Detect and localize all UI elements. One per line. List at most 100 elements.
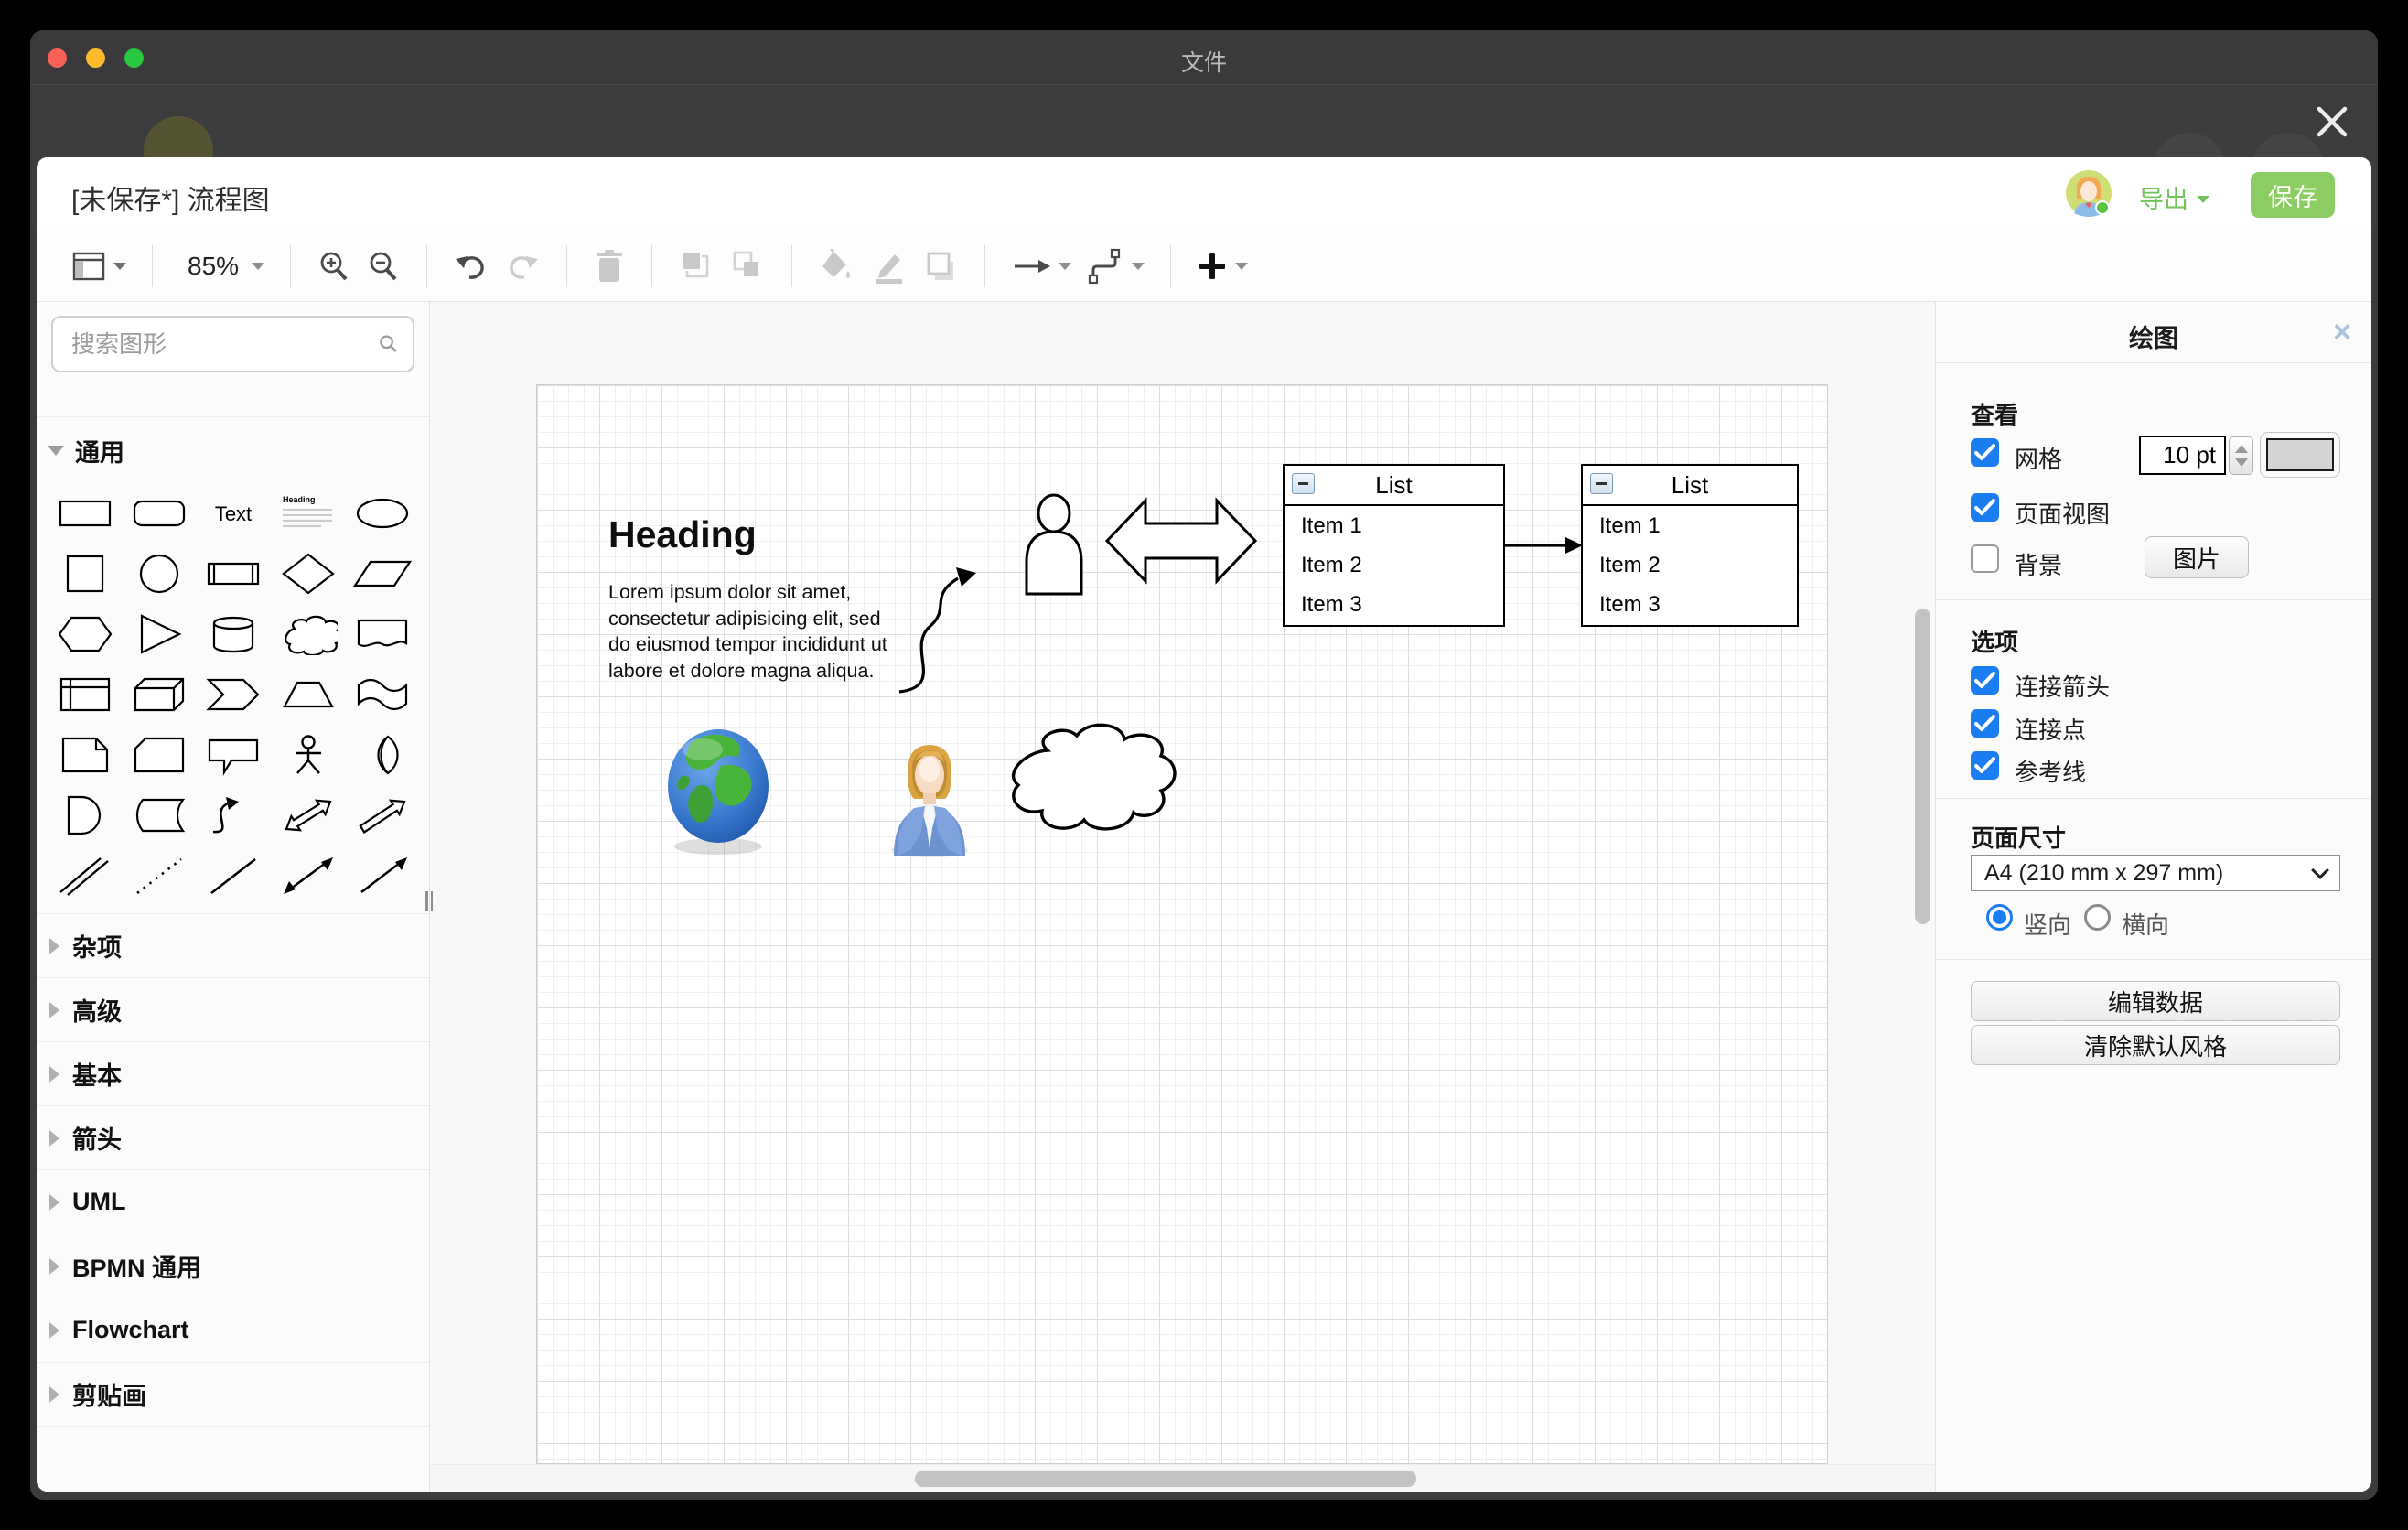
shape-tape[interactable] xyxy=(346,664,420,725)
page[interactable]: Heading Lorem ipsum dolor sit amet, cons… xyxy=(536,384,1828,1464)
sidebar-section-6[interactable]: Flowchart xyxy=(37,1298,429,1362)
landscape-radio[interactable] xyxy=(2084,904,2111,931)
shape-and[interactable] xyxy=(48,785,122,846)
shadow-button[interactable] xyxy=(915,244,966,288)
shape-process[interactable] xyxy=(197,544,271,604)
shape-callout[interactable] xyxy=(197,725,271,785)
shape-ellipse[interactable] xyxy=(346,483,420,544)
fill-color-button[interactable] xyxy=(811,244,862,288)
shape-internal-storage[interactable] xyxy=(48,664,122,725)
shape-cylinder[interactable] xyxy=(197,604,271,664)
horizontal-scrollbar[interactable] xyxy=(915,1471,1416,1487)
portrait-radio[interactable] xyxy=(1986,904,2013,931)
user-avatar[interactable] xyxy=(2065,169,2113,218)
sidebar-section-0[interactable]: 杂项 xyxy=(37,913,429,977)
shape-note[interactable] xyxy=(48,725,122,785)
page-size-select[interactable]: A4 (210 mm x 297 mm) xyxy=(1971,855,2340,891)
close-icon[interactable] xyxy=(2312,102,2352,142)
redo-button[interactable] xyxy=(497,244,548,288)
list-shape-2[interactable]: List Item 1 Item 2 Item 3 xyxy=(1581,464,1799,627)
canvas-heading-text[interactable]: Heading xyxy=(608,513,757,556)
sidebar-section-5[interactable]: BPMN 通用 xyxy=(37,1234,429,1298)
edit-data-button[interactable]: 编辑数据 xyxy=(1971,981,2340,1021)
shape-rectangle[interactable] xyxy=(48,483,122,544)
list-item[interactable]: Item 2 xyxy=(1285,545,1503,585)
waypoint-style-button[interactable] xyxy=(1079,244,1152,288)
shape-actor[interactable] xyxy=(271,725,345,785)
shape-line[interactable] xyxy=(197,846,271,906)
panel-close-icon[interactable]: × xyxy=(2333,315,2351,350)
list-item[interactable]: Item 3 xyxy=(1285,585,1503,624)
search-input[interactable] xyxy=(71,330,378,359)
shape-search-box[interactable] xyxy=(51,316,414,372)
shape-triangle[interactable] xyxy=(122,604,196,664)
shape-card[interactable] xyxy=(122,725,196,785)
vertical-scrollbar[interactable] xyxy=(1915,609,1930,924)
insert-button[interactable] xyxy=(1189,244,1255,288)
background-checkbox[interactable] xyxy=(1971,544,1999,573)
shape-or[interactable] xyxy=(346,725,420,785)
list-item[interactable]: Item 3 xyxy=(1583,585,1797,624)
line-color-button[interactable] xyxy=(862,244,915,288)
collapse-icon[interactable] xyxy=(1590,473,1613,494)
shape-trapezoid[interactable] xyxy=(271,664,345,725)
list-header[interactable]: List xyxy=(1285,466,1503,506)
shape-cube[interactable] xyxy=(122,664,196,725)
to-front-button[interactable] xyxy=(671,244,722,288)
undo-button[interactable] xyxy=(446,244,497,288)
export-button[interactable]: 导出 xyxy=(2139,179,2209,215)
shape-curve[interactable] xyxy=(197,785,271,846)
shape-diamond[interactable] xyxy=(271,544,345,604)
shape-bidirectional-arrow[interactable] xyxy=(271,785,345,846)
zoom-in-button[interactable] xyxy=(309,244,359,288)
save-button[interactable]: 保存 xyxy=(2251,172,2335,218)
shape-document[interactable] xyxy=(346,604,420,664)
canvas-double-arrow-shape[interactable] xyxy=(1104,489,1258,593)
sidebar-resize-handle[interactable] xyxy=(424,889,435,913)
list-shape-1[interactable]: List Item 1 Item 2 Item 3 xyxy=(1283,464,1505,627)
page-view-checkbox[interactable] xyxy=(1971,493,1999,522)
guides-checkbox[interactable] xyxy=(1971,751,1999,780)
shape-square[interactable] xyxy=(48,544,122,604)
clear-default-style-button[interactable]: 清除默认风格 xyxy=(1971,1025,2340,1065)
shape-dotted-line[interactable] xyxy=(122,846,196,906)
horizontal-scrollbar-track[interactable] xyxy=(430,1464,1935,1492)
drawing-canvas[interactable]: Heading Lorem ipsum dolor sit amet, cons… xyxy=(430,302,1935,1492)
image-button[interactable]: 图片 xyxy=(2145,536,2249,578)
sidebar-section-1[interactable]: 高级 xyxy=(37,977,429,1041)
page-layout-button[interactable] xyxy=(64,244,134,288)
zoom-level-dropdown[interactable]: 85% xyxy=(171,244,272,288)
canvas-cloud-shape[interactable] xyxy=(1004,717,1179,846)
shape-directional-connector[interactable] xyxy=(346,846,420,906)
delete-button[interactable] xyxy=(586,244,633,288)
sidebar-section-3[interactable]: 箭头 xyxy=(37,1105,429,1169)
canvas-actor-shape[interactable] xyxy=(1019,493,1089,596)
shape-circle[interactable] xyxy=(122,544,196,604)
sidebar-section-7[interactable]: 剪贴画 xyxy=(37,1362,429,1426)
shape-data-storage[interactable] xyxy=(122,785,196,846)
grid-size-input[interactable] xyxy=(2139,436,2226,475)
shape-textbox[interactable]: Heading xyxy=(271,483,345,544)
connection-arrows-checkbox[interactable] xyxy=(1971,666,1999,695)
shape-cloud[interactable] xyxy=(271,604,345,664)
shape-hexagon[interactable] xyxy=(48,604,122,664)
grid-size-stepper[interactable] xyxy=(2229,436,2253,475)
sidebar-section-2[interactable]: 基本 xyxy=(37,1041,429,1105)
list-item[interactable]: Item 1 xyxy=(1583,506,1797,545)
sidebar-section-4[interactable]: UML xyxy=(37,1169,429,1234)
connection-style-button[interactable] xyxy=(1004,244,1079,288)
list-header[interactable]: List xyxy=(1583,466,1797,506)
shape-parallelogram[interactable] xyxy=(346,544,420,604)
shape-bidirectional-connector[interactable] xyxy=(271,846,345,906)
canvas-globe-image[interactable] xyxy=(664,726,772,857)
shape-link[interactable] xyxy=(48,846,122,906)
canvas-businesswoman-image[interactable] xyxy=(885,740,974,857)
grid-checkbox[interactable] xyxy=(1971,438,1999,467)
grid-color-swatch[interactable] xyxy=(2260,432,2340,478)
canvas-connector-arrow[interactable] xyxy=(1503,532,1584,559)
canvas-curve-connector[interactable] xyxy=(892,545,993,701)
shape-text[interactable]: Text xyxy=(197,483,271,544)
shape-rounded-rectangle[interactable] xyxy=(122,483,196,544)
list-item[interactable]: Item 1 xyxy=(1285,506,1503,545)
list-item[interactable]: Item 2 xyxy=(1583,545,1797,585)
